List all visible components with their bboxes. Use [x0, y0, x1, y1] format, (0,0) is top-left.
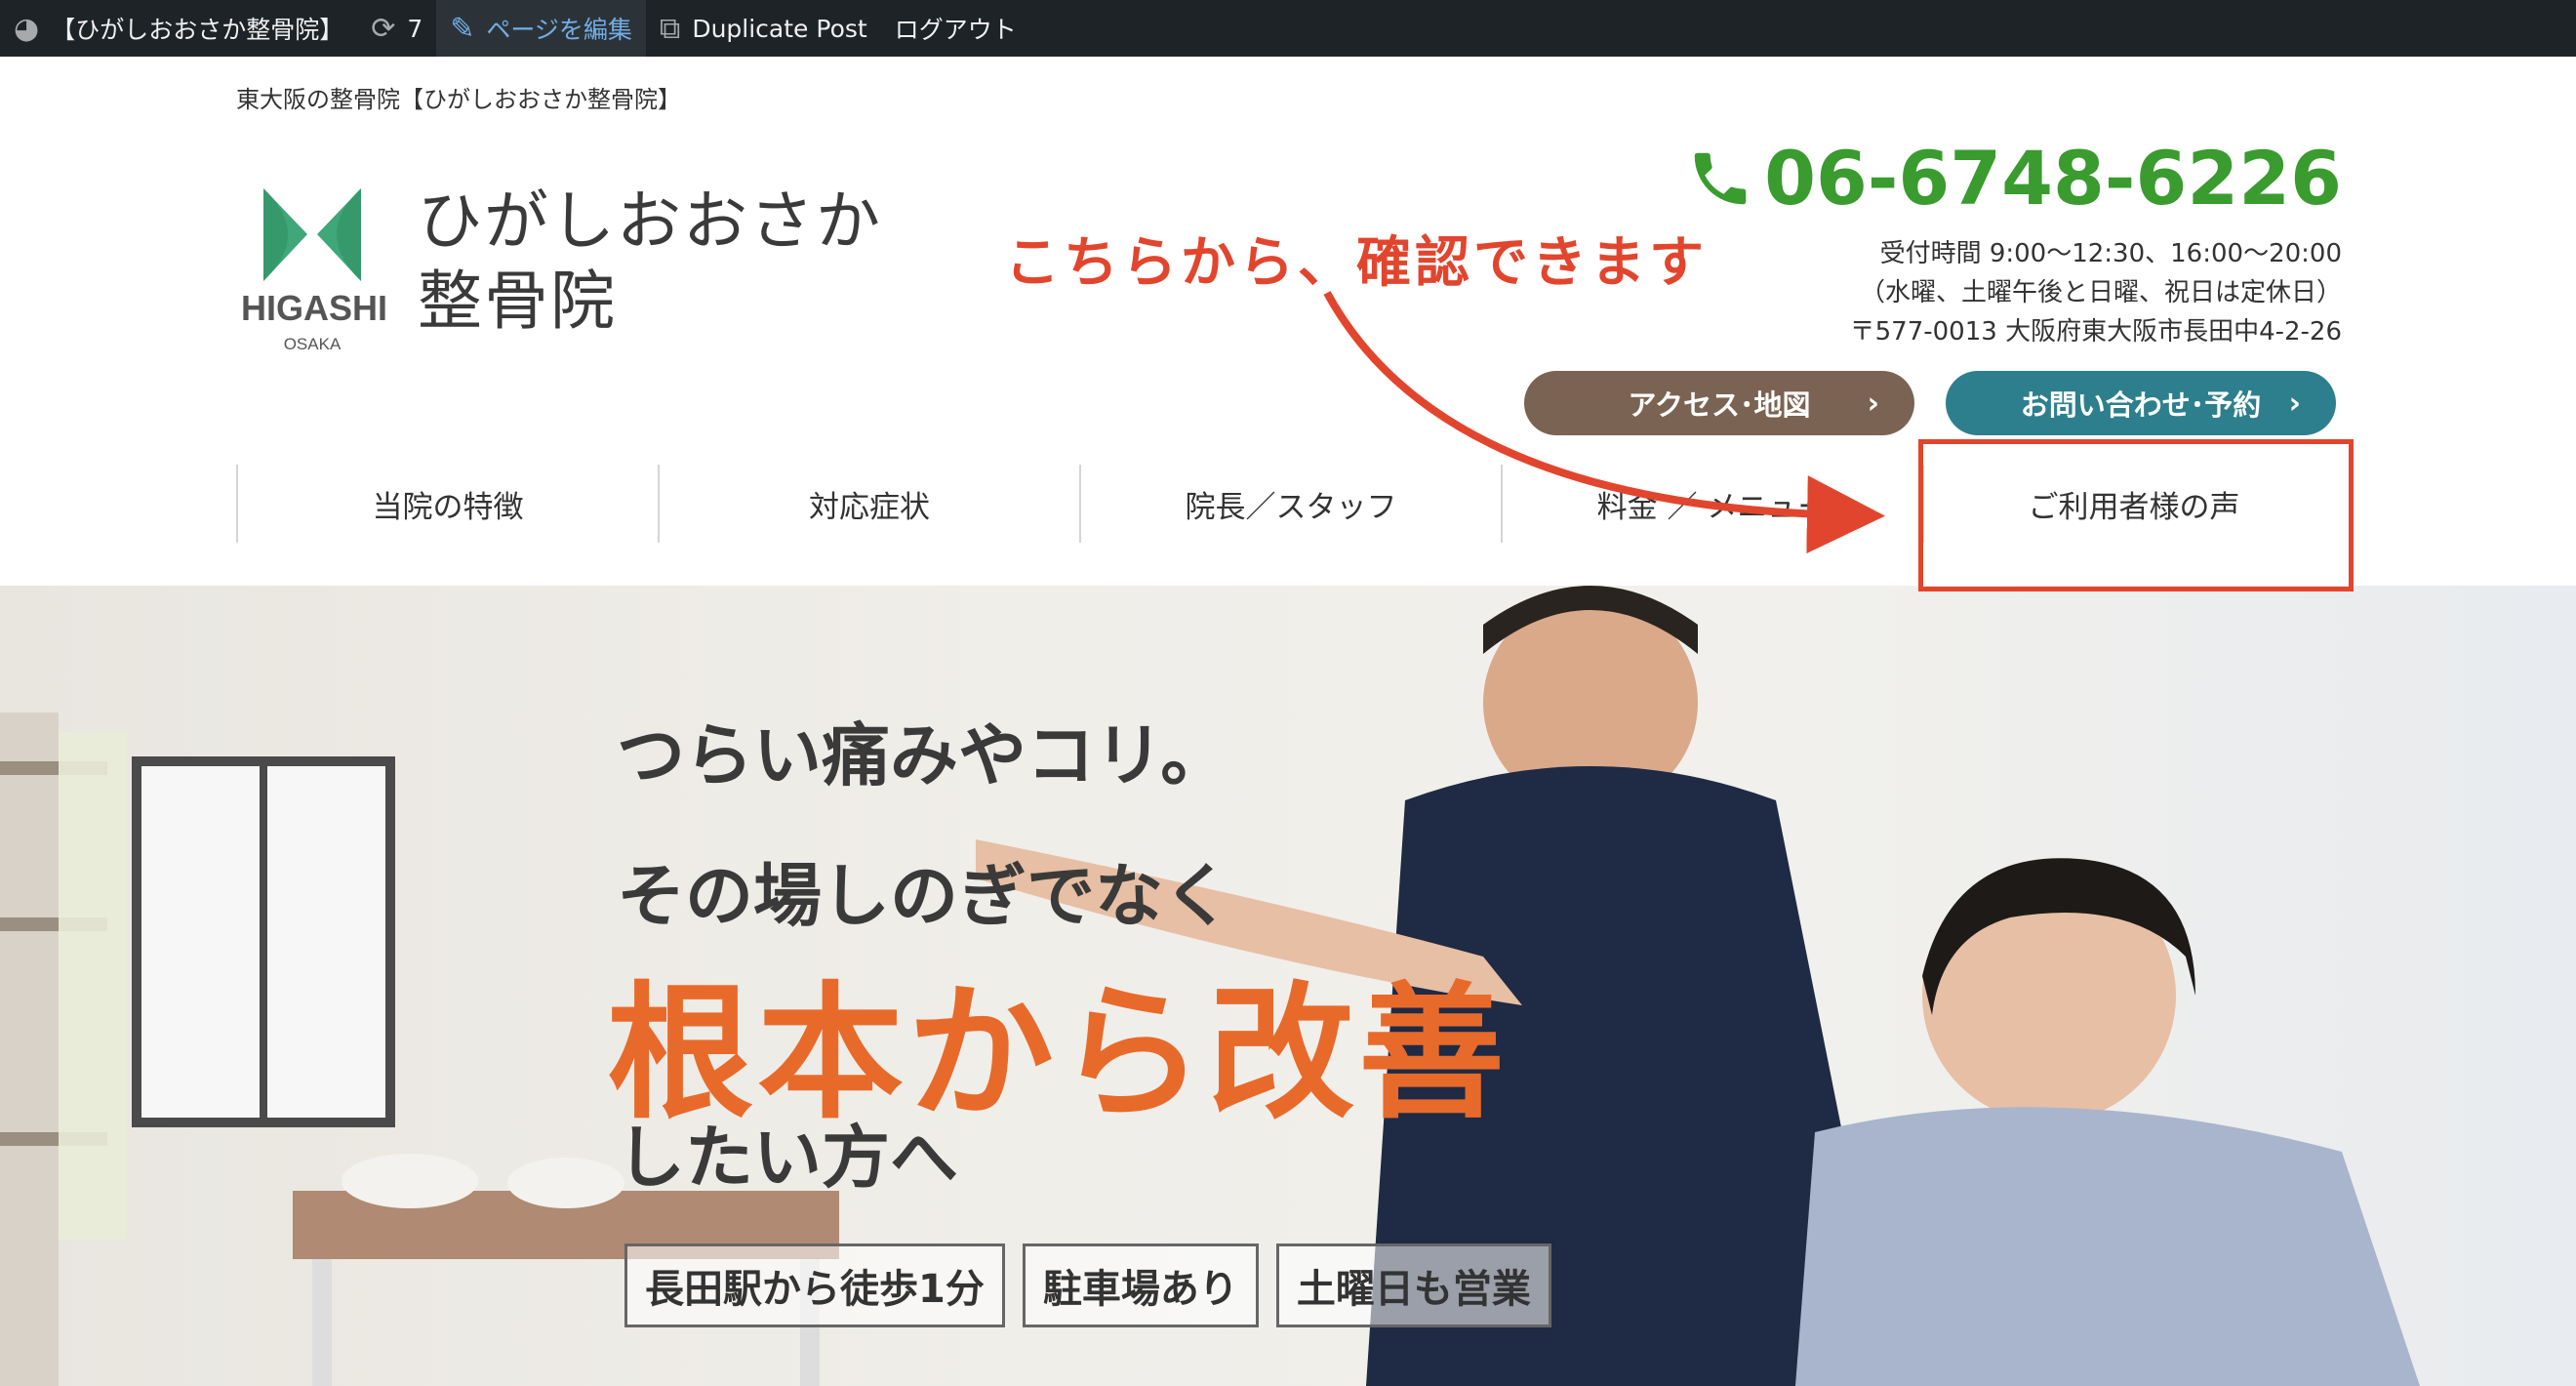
admin-site-title: 【ひがしおおさか整骨院】 [51, 16, 344, 44]
phone-text: 06-6748-6226 [1764, 135, 2342, 222]
hero-feature-tags: 長田駅から徒歩1分 駐車場あり 土曜日も営業 [624, 1243, 1551, 1327]
hero-headline-3: したい方へ [617, 1118, 958, 1198]
duplicate-post-label: Duplicate Post [692, 14, 867, 43]
hero-headline-1: つらい痛みやコリ。 [617, 715, 1229, 795]
update-count: 7 [407, 14, 423, 43]
tag-saturday: 土曜日も営業 [1275, 1243, 1551, 1327]
logo-mark-icon: HIGASHI OSAKA [241, 188, 387, 353]
hero-banner: つらい痛みやコリ。 その場しのぎでなく 根本から改善 したい方へ 長田駅から徒歩… [0, 586, 2576, 1386]
site-logo[interactable]: HIGASHI OSAKA [234, 183, 400, 359]
edit-page-label: ページを編集 [486, 16, 632, 44]
annotation-text: こちらから、確認できます [1005, 231, 1708, 295]
tag-station: 長田駅から徒歩1分 [624, 1243, 1005, 1327]
nav-item-features[interactable]: 当院の特徴 [236, 465, 658, 543]
phone-number[interactable]: 06-6748-6226 [1686, 135, 2342, 222]
updates-menu[interactable]: ⟳ 7 [357, 0, 436, 57]
phone-icon [1694, 152, 1747, 204]
site-tagline: 東大阪の整骨院【ひがしおおさか整骨院】 [236, 86, 681, 113]
access-map-label: アクセス･地図 [1628, 388, 1811, 422]
edit-page-link[interactable]: ✎ ページを編集 [436, 0, 646, 57]
site-name-line1: ひがしおおさか [418, 183, 882, 259]
site-name-line2: 整骨院 [418, 264, 617, 339]
business-hours: 受付時間 9:00〜12:30、16:00〜20:00 [1879, 239, 2342, 268]
business-info: 受付時間 9:00〜12:30、16:00〜20:00 （水曜、土曜午後と日曜、… [1850, 234, 2342, 351]
nav-item-symptoms[interactable]: 対応症状 [658, 465, 1079, 543]
contact-reserve-button[interactable]: お問い合わせ･予約 › [1946, 371, 2336, 435]
copy-icon: ⧉ [659, 11, 681, 46]
tag-parking: 駐車場あり [1022, 1243, 1259, 1327]
admin-bar: ◕ 【ひがしおおさか整骨院】 ⟳ 7 ✎ ページを編集 ⧉ Duplicate … [0, 0, 2576, 57]
pencil-icon: ✎ [450, 11, 475, 46]
logout-label: ログアウト [894, 16, 1017, 44]
hero-headline-2: その場しのぎでなく [617, 856, 1231, 936]
site-name[interactable]: ひがしおおさか 整骨院 [418, 182, 882, 342]
logo-text-sub: OSAKA [284, 335, 342, 353]
business-holidays: （水曜、土曜午後と日曜、祝日は定休日） [1859, 278, 2342, 307]
logout-link[interactable]: ログアウト [881, 0, 1030, 57]
dashboard-menu[interactable]: ◕ 【ひがしおおさか整骨院】 [0, 0, 357, 57]
dashboard-gauge-icon: ◕ [14, 11, 40, 46]
access-map-button[interactable]: アクセス･地図 › [1524, 371, 1914, 435]
highlight-box [1918, 439, 2354, 591]
nav-item-staff[interactable]: 院長／スタッフ [1079, 465, 1501, 543]
refresh-icon: ⟳ [371, 11, 396, 46]
contact-reserve-label: お問い合わせ･予約 [2020, 388, 2262, 422]
logo-text-main: HIGASHI [241, 288, 387, 328]
business-address: 〒577-0013 大阪府東大阪市長田中4-2-26 [1849, 317, 2342, 346]
chevron-right-icon: › [1867, 386, 1879, 421]
duplicate-post-link[interactable]: ⧉ Duplicate Post [646, 0, 881, 57]
chevron-right-icon: › [2288, 386, 2301, 421]
nav-item-pricing[interactable]: 料金 ／ メニュー [1501, 465, 1922, 543]
